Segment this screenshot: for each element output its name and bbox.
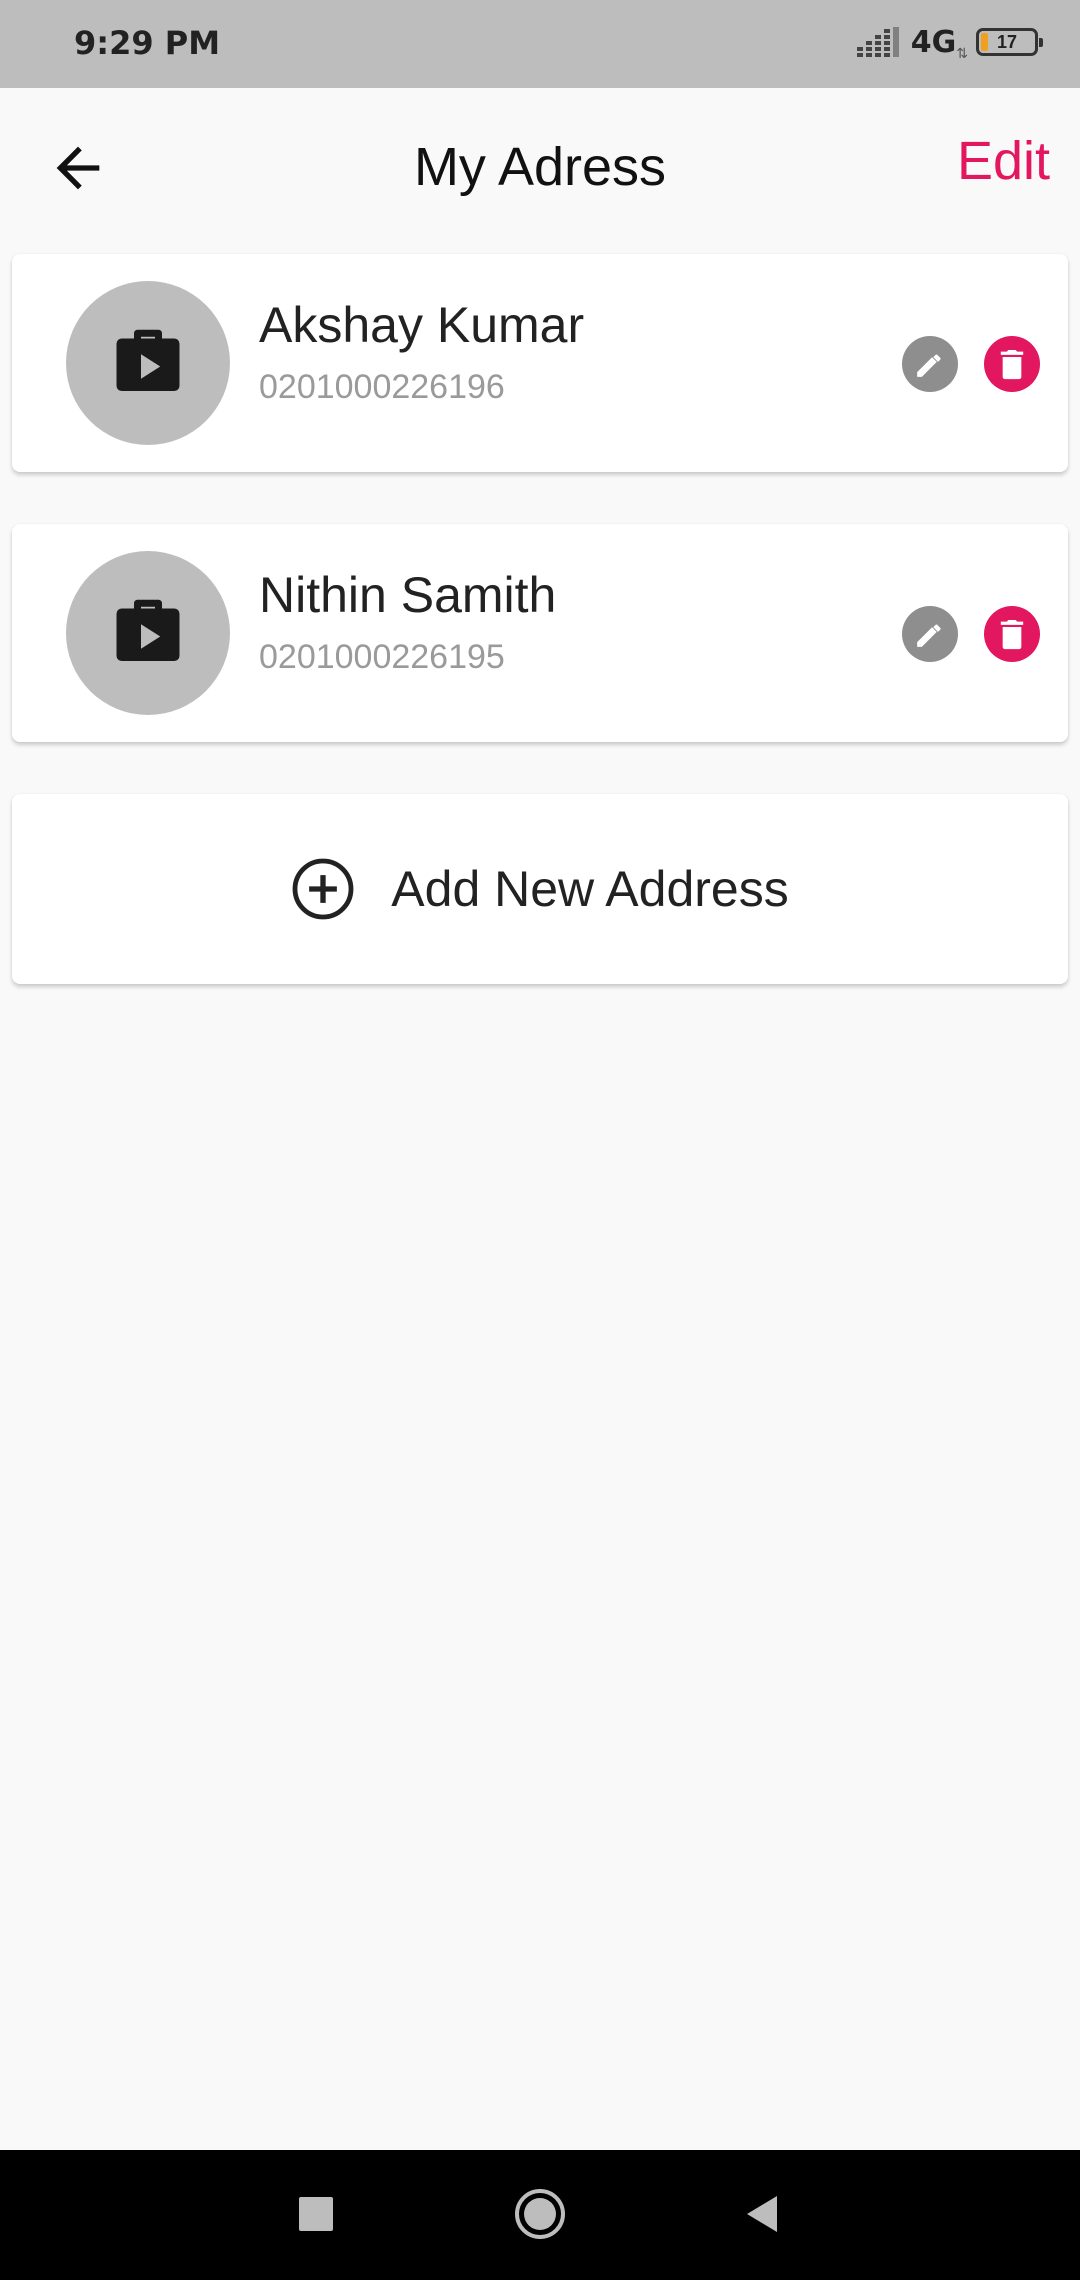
avatar: [66, 281, 230, 445]
page-title: My Adress: [413, 137, 667, 197]
system-nav-bar: [0, 2150, 1080, 2280]
recents-square-icon: [299, 2197, 333, 2231]
add-new-address-button[interactable]: Add New Address: [12, 794, 1068, 984]
address-name: Akshay Kumar: [259, 297, 585, 353]
trash-icon[interactable]: [984, 336, 1040, 392]
briefcase-play-icon: [116, 329, 180, 391]
edit-button[interactable]: Edit: [957, 130, 1050, 192]
avatar: [66, 551, 230, 715]
back-triangle-icon: [747, 2196, 777, 2232]
status-icons: 4G ⇅ 17: [856, 22, 1043, 62]
add-circle-icon: [292, 858, 354, 920]
address-number: 0201000226195: [259, 638, 505, 676]
status-bar: 9:29 PM 4G ⇅ 17: [0, 0, 1080, 88]
add-new-address-content: Add New Address: [291, 857, 789, 921]
app-header: My Adress Edit: [0, 88, 1080, 248]
recents-button[interactable]: [284, 2182, 348, 2246]
pencil-icon[interactable]: [902, 606, 958, 662]
battery-level: [981, 33, 988, 51]
signal-icon: [856, 27, 899, 57]
address-card[interactable]: Akshay Kumar 0201000226196: [12, 254, 1068, 472]
status-time: 9:29 PM: [74, 24, 221, 62]
network-type: 4G: [910, 24, 957, 60]
address-name: Nithin Samith: [259, 567, 557, 623]
home-circle-icon: [515, 2189, 565, 2239]
battery-percent: 17: [996, 31, 1018, 52]
pencil-icon[interactable]: [902, 336, 958, 392]
add-new-address-label: Add New Address: [391, 861, 789, 917]
home-button[interactable]: [508, 2182, 572, 2246]
address-number: 0201000226196: [259, 368, 505, 406]
back-nav-button[interactable]: [730, 2182, 794, 2246]
trash-icon[interactable]: [984, 606, 1040, 662]
battery-icon: 17: [976, 28, 1043, 56]
data-activity-icon: ⇅: [956, 45, 968, 61]
address-card[interactable]: Nithin Samith 0201000226195: [12, 524, 1068, 742]
briefcase-play-icon: [116, 599, 180, 661]
